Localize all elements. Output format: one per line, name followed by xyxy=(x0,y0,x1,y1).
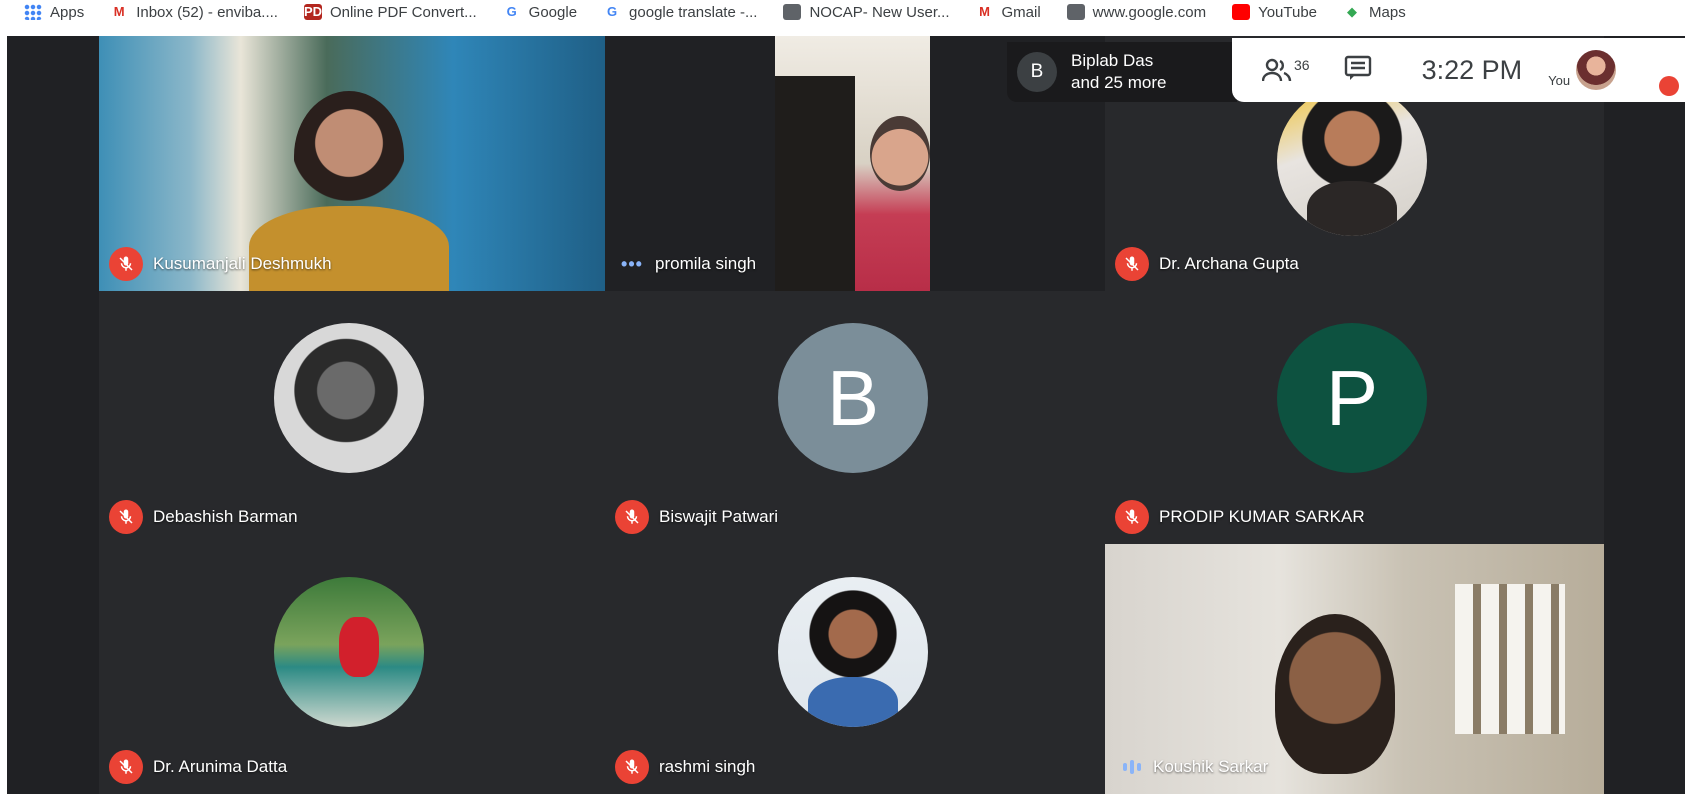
people-icon xyxy=(1262,58,1292,82)
participant-avatar xyxy=(274,577,424,727)
mic-off-icon xyxy=(1115,500,1149,534)
you-label: You xyxy=(1548,72,1571,88)
chip-avatar: B xyxy=(1017,52,1057,92)
speaking-indicator-icon xyxy=(1115,750,1149,784)
bookmark-pdf-convert[interactable]: PDF Online PDF Convert... xyxy=(303,3,477,21)
bookmark-google-translate[interactable]: Ggoogle translate -... xyxy=(603,4,757,21)
participant-nameplate: Dr. Arunima Datta xyxy=(109,750,287,784)
gmail-icon: M xyxy=(979,4,990,19)
self-mic-off-icon xyxy=(1659,76,1679,96)
participant-name: PRODIP KUMAR SARKAR xyxy=(1159,507,1365,526)
clock-time: 3:22 PM xyxy=(1421,54,1523,85)
youtube-icon xyxy=(1232,4,1251,20)
mic-off-icon xyxy=(109,500,143,534)
bookmark-apps[interactable]: Apps xyxy=(24,4,84,21)
meeting-top-bar: 36 3:22 PM You xyxy=(1232,38,1685,102)
bookmark-maps[interactable]: ◆ Maps xyxy=(1343,4,1406,21)
google-icon: G xyxy=(506,4,517,19)
participant-avatar-body xyxy=(1307,181,1397,236)
participant-avatar xyxy=(778,577,928,727)
mic-off-icon xyxy=(109,750,143,784)
participant-nameplate: ••• promila singh xyxy=(615,247,756,281)
participant-video xyxy=(294,91,404,221)
participant-letter-avatar: P xyxy=(1277,323,1427,473)
self-avatar[interactable] xyxy=(1576,50,1617,90)
bookmark-gmail[interactable]: M Gmail xyxy=(976,4,1041,21)
bookmark-nocap[interactable]: NOCAP- New User... xyxy=(783,3,950,21)
participant-nameplate: PRODIP KUMAR SARKAR xyxy=(1115,500,1365,534)
participant-name: Kusumanjali Deshmukh xyxy=(153,254,332,273)
participant-tile-biswajit[interactable]: B Biswajit Patwari xyxy=(605,291,1105,544)
globe-icon xyxy=(1066,4,1085,20)
chat-button[interactable] xyxy=(1344,55,1372,86)
mic-off-icon xyxy=(615,750,649,784)
participant-nameplate: Biswajit Patwari xyxy=(615,500,778,534)
apps-icon xyxy=(24,4,42,20)
participant-nameplate: rashmi singh xyxy=(615,750,755,784)
mic-off-icon xyxy=(109,247,143,281)
bookmark-label: Apps xyxy=(50,3,85,21)
bookmark-label: NOCAP- New User... xyxy=(809,3,950,21)
maps-icon: ◆ xyxy=(1347,4,1358,19)
bookmark-google-com[interactable]: www.google.com xyxy=(1066,3,1207,21)
meeting-stage: Kusumanjali Deshmukh ••• promila singh D… xyxy=(7,36,1685,794)
bookmark-label: Google xyxy=(528,3,578,21)
bookmark-label: google translate -... xyxy=(629,3,758,21)
globe-icon xyxy=(783,4,802,20)
participant-name: Koushik Sarkar xyxy=(1153,757,1269,776)
chip-name: Biplab Das xyxy=(1071,51,1154,70)
bookmark-google[interactable]: G Google xyxy=(503,4,577,21)
chat-icon xyxy=(1344,55,1371,80)
participant-nameplate: Debashish Barman xyxy=(109,500,298,534)
people-count: 36 xyxy=(1294,57,1310,73)
participant-name: Biswajit Patwari xyxy=(659,507,779,526)
participant-name: Dr. Archana Gupta xyxy=(1159,254,1299,273)
participant-name: promila singh xyxy=(655,254,757,273)
participant-name: Debashish Barman xyxy=(153,507,298,526)
participant-nameplate: Dr. Archana Gupta xyxy=(1115,247,1299,281)
participant-letter-avatar: B xyxy=(778,323,928,473)
participant-tile-debashish[interactable]: Debashish Barman xyxy=(99,291,605,544)
chip-text: Biplab Das and 25 more xyxy=(1071,50,1166,94)
participant-name: rashmi singh xyxy=(659,757,756,776)
bookmark-label: www.google.com xyxy=(1092,3,1207,21)
bookmark-label: YouTube xyxy=(1258,3,1318,21)
mic-off-icon xyxy=(1115,247,1149,281)
participant-nameplate: Koushik Sarkar xyxy=(1115,750,1268,784)
bookmark-label: Gmail xyxy=(1001,3,1041,21)
participant-avatar-body xyxy=(808,677,898,727)
participant-tile-kusumanjali[interactable]: Kusumanjali Deshmukh xyxy=(99,36,605,291)
participant-video-face xyxy=(1275,614,1395,774)
bookmarks-bar: Apps M Inbox (52) - enviba.... PDF Online … xyxy=(0,0,1685,36)
bookmark-label: Online PDF Convert... xyxy=(329,3,477,21)
gmail-icon: M xyxy=(113,4,125,19)
participant-avatar xyxy=(1277,86,1427,236)
participant-tile-prodip[interactable]: P PRODIP KUMAR SARKAR xyxy=(1105,291,1604,544)
bookmark-label: Maps xyxy=(1369,3,1406,21)
mic-off-icon xyxy=(615,500,649,534)
participant-video-cabinet xyxy=(775,76,855,291)
google-icon: G xyxy=(606,4,618,19)
bookmark-inbox[interactable]: M Inbox (52) - enviba.... xyxy=(110,4,278,21)
bookmark-label: Inbox (52) - enviba.... xyxy=(136,3,278,21)
participant-name: Dr. Arunima Datta xyxy=(153,757,288,776)
participant-tile-arunima[interactable]: Dr. Arunima Datta xyxy=(99,544,605,794)
bookmark-youtube[interactable]: YouTube xyxy=(1232,4,1317,21)
pdf-icon: PDF xyxy=(303,4,330,20)
participant-avatar-body xyxy=(339,617,379,677)
people-button[interactable]: 36 xyxy=(1262,57,1310,83)
participant-video-window xyxy=(1455,584,1565,734)
participant-tile-koushik[interactable]: Koushik Sarkar xyxy=(1105,544,1604,794)
participant-tile-rashmi[interactable]: rashmi singh xyxy=(605,544,1105,794)
participant-video xyxy=(775,36,930,291)
participant-video-face xyxy=(870,116,930,191)
participant-avatar xyxy=(274,323,424,473)
presenting-chip[interactable]: B Biplab Das and 25 more xyxy=(1007,42,1237,102)
participant-nameplate: Kusumanjali Deshmukh xyxy=(109,247,332,281)
more-dots-icon: ••• xyxy=(621,253,643,274)
chip-more: and 25 more xyxy=(1071,73,1167,92)
